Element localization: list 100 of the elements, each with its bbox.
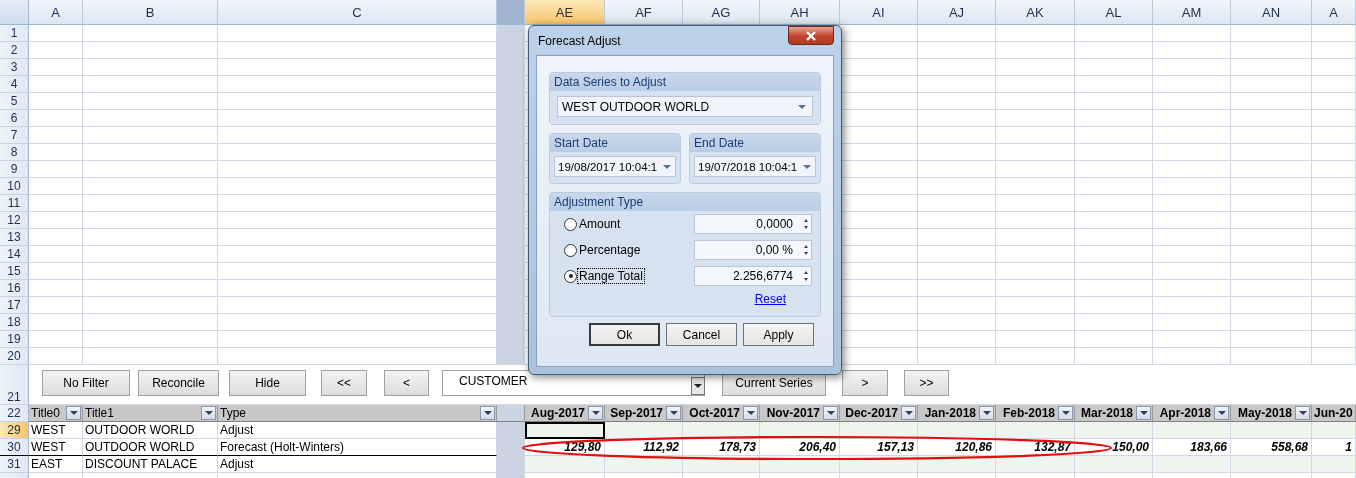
row-number[interactable]: 7 — [0, 127, 29, 144]
empty-cell[interactable] — [1231, 331, 1312, 348]
empty-cell[interactable] — [996, 25, 1075, 42]
column-header[interactable]: A — [29, 0, 83, 25]
empty-cell[interactable] — [1153, 161, 1231, 178]
empty-cell[interactable] — [1153, 263, 1231, 280]
empty-cell[interactable] — [1231, 280, 1312, 297]
date-picker[interactable]: 19/07/2018 10:04:1 — [694, 156, 816, 177]
empty-cell[interactable] — [1153, 59, 1231, 76]
column-header[interactable]: A — [1312, 0, 1356, 25]
empty-cell[interactable] — [1075, 212, 1153, 229]
dialog-button[interactable]: Cancel — [666, 323, 737, 346]
empty-cell[interactable] — [83, 59, 218, 76]
empty-cell[interactable] — [1231, 127, 1312, 144]
empty-cell[interactable] — [1075, 195, 1153, 212]
empty-cell[interactable] — [83, 195, 218, 212]
sheet-button[interactable]: >> — [904, 370, 949, 396]
sheet-button[interactable]: No Filter — [42, 370, 130, 396]
row-number[interactable]: 2 — [0, 42, 29, 59]
row-number[interactable]: 13 — [0, 229, 29, 246]
row-number[interactable]: 5 — [0, 93, 29, 110]
filter-button[interactable] — [743, 406, 758, 420]
empty-cell[interactable] — [83, 110, 218, 127]
empty-cell[interactable] — [1231, 229, 1312, 246]
empty-cell[interactable] — [83, 314, 218, 331]
split-bar[interactable] — [497, 195, 525, 212]
empty-cell[interactable] — [1312, 348, 1356, 365]
empty-cell[interactable] — [996, 110, 1075, 127]
empty-cell[interactable] — [996, 144, 1075, 161]
row-number[interactable] — [0, 473, 29, 478]
split-bar[interactable] — [497, 127, 525, 144]
empty-cell[interactable] — [918, 127, 996, 144]
row-number[interactable]: 6 — [0, 110, 29, 127]
empty-cell[interactable] — [83, 144, 218, 161]
empty-cell[interactable] — [1231, 178, 1312, 195]
empty-cell[interactable] — [1153, 280, 1231, 297]
empty-cell[interactable] — [1153, 331, 1231, 348]
sheet-button[interactable]: Hide — [229, 370, 306, 396]
empty-cell[interactable] — [1231, 297, 1312, 314]
column-header[interactable]: AH — [760, 0, 840, 25]
empty-cell[interactable] — [1075, 59, 1153, 76]
empty-cell[interactable] — [83, 331, 218, 348]
empty-cell[interactable] — [1312, 229, 1356, 246]
row-number[interactable]: 8 — [0, 144, 29, 161]
empty-cell[interactable] — [918, 331, 996, 348]
empty-cell[interactable] — [83, 42, 218, 59]
empty-cell[interactable] — [1075, 42, 1153, 59]
empty-cell[interactable] — [83, 161, 218, 178]
row-number[interactable]: 9 — [0, 161, 29, 178]
filter-button[interactable] — [823, 406, 838, 420]
empty-cell[interactable] — [1312, 178, 1356, 195]
empty-cell[interactable] — [918, 42, 996, 59]
empty-cell[interactable] — [1231, 76, 1312, 93]
column-header[interactable]: AF — [605, 0, 683, 25]
filter-button[interactable] — [1058, 406, 1073, 420]
column-header[interactable]: B — [83, 0, 218, 25]
empty-cell[interactable] — [1312, 76, 1356, 93]
empty-cell[interactable] — [996, 297, 1075, 314]
empty-cell[interactable] — [996, 331, 1075, 348]
split-bar[interactable] — [497, 348, 525, 365]
empty-cell[interactable] — [83, 246, 218, 263]
row-number[interactable]: 18 — [0, 314, 29, 331]
empty-cell[interactable] — [83, 297, 218, 314]
empty-cell[interactable] — [1075, 25, 1153, 42]
empty-cell[interactable] — [1312, 25, 1356, 42]
empty-cell[interactable] — [83, 229, 218, 246]
split-bar[interactable] — [497, 178, 525, 195]
filter-button[interactable] — [979, 406, 994, 420]
column-header[interactable]: AN — [1231, 0, 1312, 25]
empty-cell[interactable] — [996, 178, 1075, 195]
empty-cell[interactable] — [918, 280, 996, 297]
empty-cell[interactable] — [1231, 161, 1312, 178]
empty-cell[interactable] — [1153, 212, 1231, 229]
column-header[interactable]: AM — [1153, 0, 1231, 25]
empty-cell[interactable] — [918, 229, 996, 246]
empty-cell[interactable] — [996, 93, 1075, 110]
empty-cell[interactable] — [996, 348, 1075, 365]
empty-cell[interactable] — [1312, 161, 1356, 178]
empty-cell[interactable] — [1075, 229, 1153, 246]
empty-cell[interactable] — [918, 59, 996, 76]
empty-cell[interactable] — [1231, 195, 1312, 212]
empty-cell[interactable] — [1231, 212, 1312, 229]
empty-cell[interactable] — [1153, 297, 1231, 314]
empty-cell[interactable] — [1075, 280, 1153, 297]
empty-cell[interactable] — [996, 59, 1075, 76]
column-header[interactable]: AK — [996, 0, 1075, 25]
empty-cell[interactable] — [1231, 93, 1312, 110]
empty-cell[interactable] — [1153, 93, 1231, 110]
empty-cell[interactable] — [918, 76, 996, 93]
empty-cell[interactable] — [1231, 25, 1312, 42]
empty-cell[interactable] — [918, 178, 996, 195]
empty-cell[interactable] — [1312, 331, 1356, 348]
empty-cell[interactable] — [83, 76, 218, 93]
filter-button[interactable] — [201, 406, 216, 420]
column-header[interactable]: AJ — [918, 0, 996, 25]
column-header[interactable]: AE — [525, 0, 605, 25]
empty-cell[interactable] — [918, 144, 996, 161]
empty-cell[interactable] — [1153, 246, 1231, 263]
split-bar[interactable] — [497, 76, 525, 93]
empty-cell[interactable] — [1075, 161, 1153, 178]
